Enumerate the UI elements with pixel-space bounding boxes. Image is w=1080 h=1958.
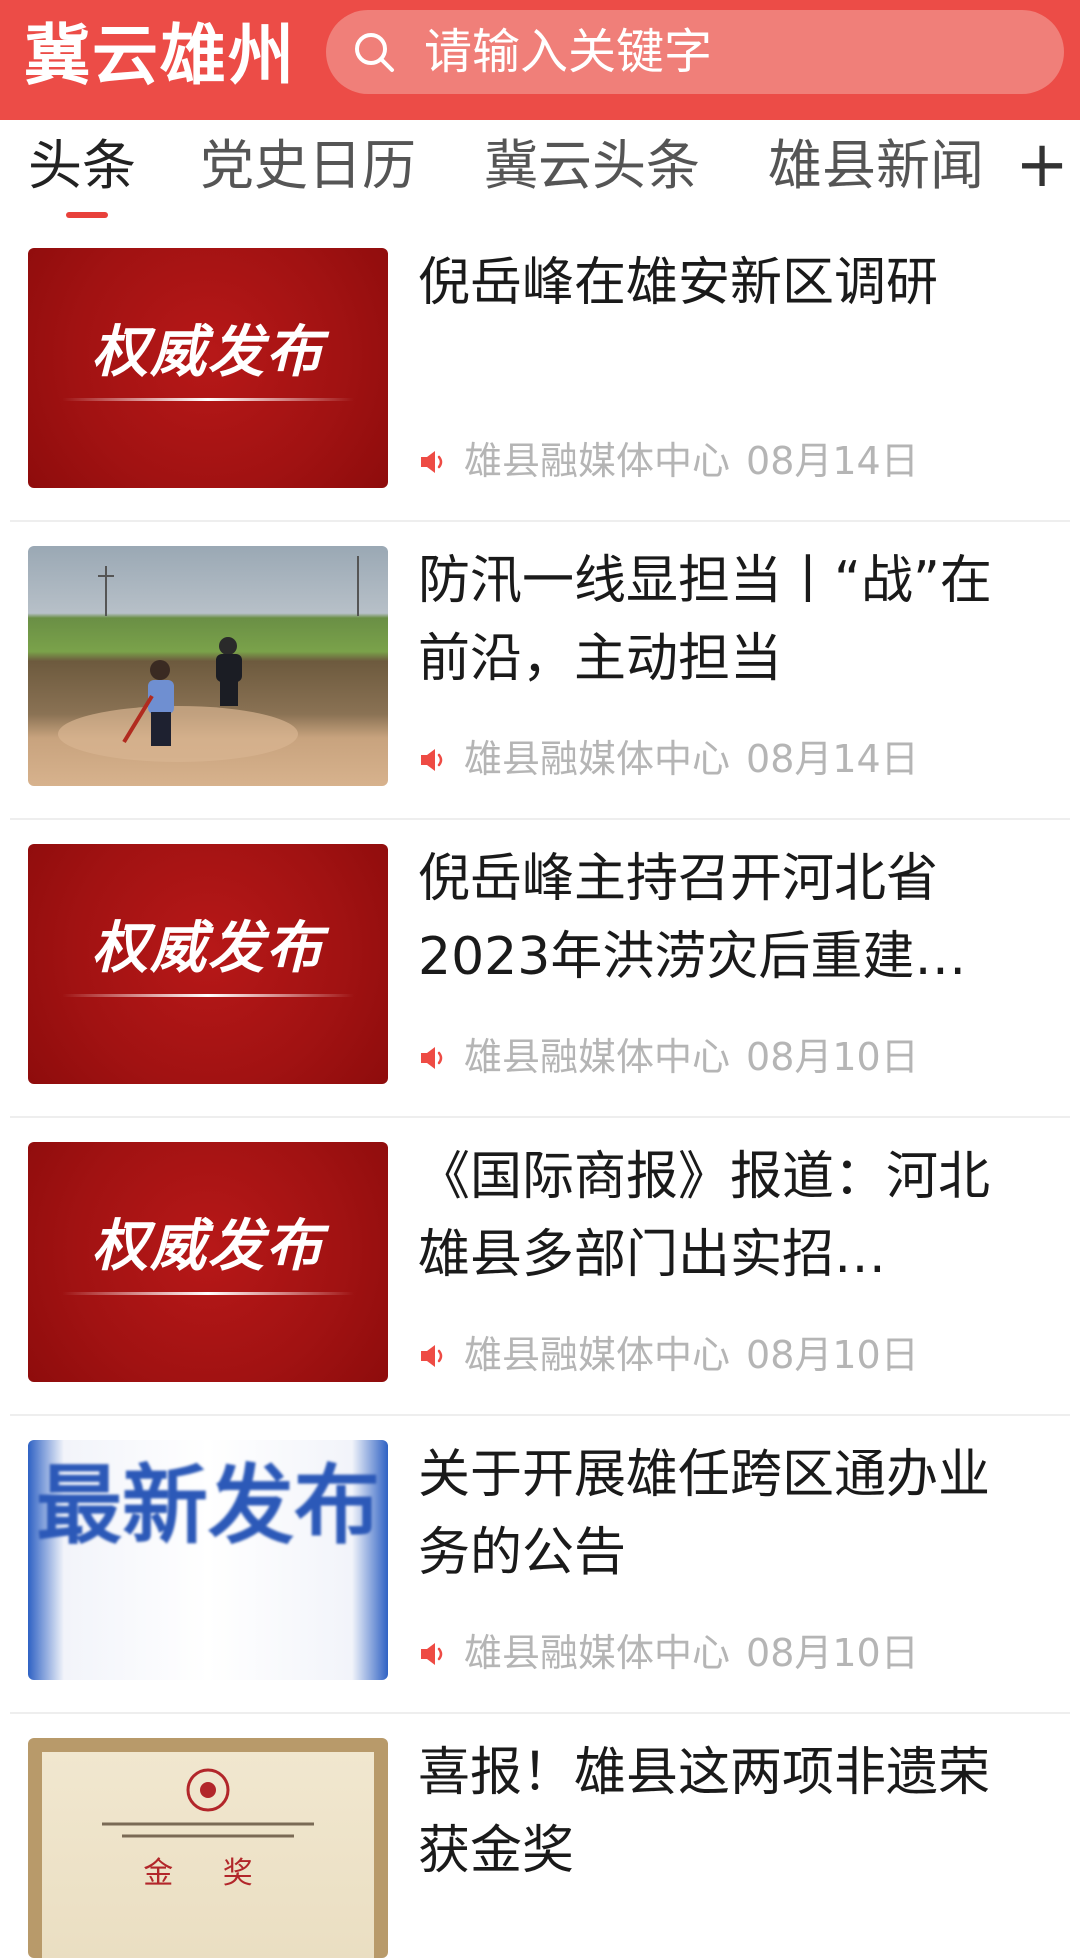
news-title: 关于开展雄任跨区通办业务的公告 — [418, 1445, 991, 1583]
add-channel-button[interactable]: + — [1012, 133, 1072, 197]
news-date: 08月10日 — [746, 1631, 919, 1675]
app-header: 冀云雄州 请输入关键字 — [0, 0, 1080, 120]
news-item[interactable]: 权威发布 《国际商报》报道：河北雄县多部门出实招… 雄县融媒体中心 08月10日 — [10, 1120, 1070, 1416]
news-source: 雄县融媒体中心 — [464, 1035, 731, 1079]
news-meta: 雄县融媒体中心 08月10日 — [418, 1330, 919, 1380]
search-icon — [355, 33, 394, 72]
thumbnail-caption: 权威发布 — [92, 1214, 324, 1279]
speaker-icon — [421, 749, 443, 771]
news-date: 08月14日 — [746, 737, 919, 781]
news-thumbnail — [28, 546, 388, 786]
thumbnail-divider — [62, 1292, 354, 1295]
search-bar[interactable]: 请输入关键字 — [326, 10, 1064, 94]
app-brand-title: 冀云雄州 — [24, 17, 296, 94]
tab-party-history-calendar[interactable]: 党史日历 — [200, 134, 416, 198]
news-meta: 雄县融媒体中心 08月14日 — [418, 436, 919, 486]
news-title: 倪岳峰在雄安新区调研 — [418, 253, 939, 313]
active-tab-indicator — [66, 212, 108, 218]
news-date: 08月10日 — [746, 1333, 919, 1377]
news-item[interactable]: 防汛一线显担当丨“战”在前沿，主动担当 雄县融媒体中心 08月14日 — [10, 524, 1070, 820]
news-thumbnail: 权威发布 — [28, 248, 388, 488]
thumbnail-caption: 最新发布 — [36, 1456, 380, 1556]
news-item[interactable]: 权威发布 倪岳峰在雄安新区调研 雄县融媒体中心 08月14日 — [10, 226, 1070, 522]
news-thumbnail: 最新发布 — [28, 1440, 388, 1680]
speaker-icon — [421, 1047, 443, 1069]
news-source: 雄县融媒体中心 — [464, 1631, 731, 1675]
news-source: 雄县融媒体中心 — [464, 737, 731, 781]
news-title: 防汛一线显担当丨“战”在前沿，主动担当 — [418, 551, 992, 689]
tab-headline[interactable]: 头条 — [28, 134, 136, 198]
news-item[interactable]: 最新发布 关于开展雄任跨区通办业务的公告 雄县融媒体中心 08月10日 — [10, 1418, 1070, 1714]
news-thumbnail: 金 奖 — [28, 1738, 388, 1958]
speaker-icon — [421, 451, 443, 473]
news-item[interactable]: 权威发布 倪岳峰主持召开河北省2023年洪涝灾后重建… 雄县融媒体中心 08月10… — [10, 822, 1070, 1118]
news-thumbnail: 权威发布 — [28, 844, 388, 1084]
tab-xiongxian-news[interactable]: 雄县新闻 — [768, 134, 984, 198]
certificate-emblem — [102, 1768, 314, 1838]
channel-tabs: 头条 党史日历 冀云头条 雄县新闻 + — [0, 120, 1080, 224]
news-meta: 雄县融媒体中心 08月10日 — [418, 1628, 919, 1678]
news-date: 08月14日 — [746, 439, 919, 483]
news-meta: 雄县融媒体中心 08月10日 — [418, 1032, 919, 1082]
thumbnail-caption: 权威发布 — [92, 916, 324, 981]
thumbnail-caption: 权威发布 — [92, 320, 324, 385]
speaker-icon — [421, 1345, 443, 1367]
news-source: 雄县融媒体中心 — [464, 439, 731, 483]
thumbnail-divider — [62, 994, 354, 997]
news-title: 喜报！雄县这两项非遗荣获金奖 — [418, 1743, 991, 1881]
news-date: 08月10日 — [746, 1035, 919, 1079]
search-placeholder: 请输入关键字 — [424, 24, 713, 80]
news-source: 雄县融媒体中心 — [464, 1333, 731, 1377]
tab-jiyun-headline[interactable]: 冀云头条 — [484, 134, 700, 198]
news-item[interactable]: 金 奖 喜报！雄县这两项非遗荣获金奖 — [10, 1716, 1070, 1958]
flood-photo — [58, 556, 359, 762]
news-thumbnail: 权威发布 — [28, 1142, 388, 1382]
thumbnail-divider — [62, 398, 354, 401]
news-title: 《国际商报》报道：河北雄县多部门出实招… — [418, 1147, 991, 1285]
speaker-icon — [421, 1643, 443, 1665]
news-title: 倪岳峰主持召开河北省2023年洪涝灾后重建… — [418, 849, 967, 987]
news-meta: 雄县融媒体中心 08月14日 — [418, 734, 919, 784]
certificate-image: 金 奖 — [42, 1752, 374, 1958]
certificate-award-label: 金 奖 — [143, 1856, 273, 1891]
